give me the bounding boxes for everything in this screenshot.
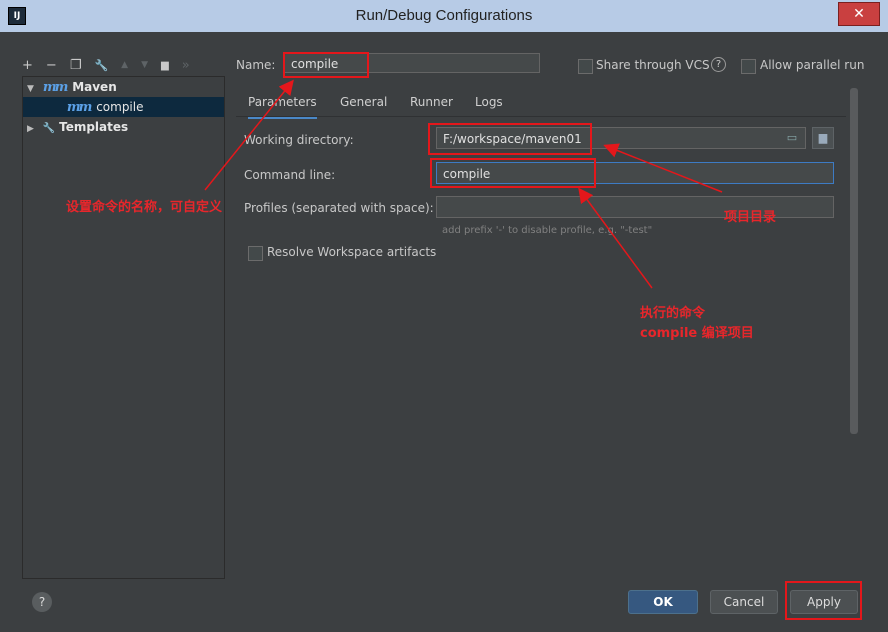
annotation-arrows bbox=[204, 79, 723, 289]
run-debug-dialog: IJ Run/Debug Configurations ✕ + − ❐ 🔧 ▲ … bbox=[0, 0, 888, 632]
cmd-arrow bbox=[578, 187, 653, 289]
name-annotation: 设置命令的名称，可自定义 bbox=[66, 200, 223, 215]
dir-annotation: 项目目录 bbox=[724, 210, 777, 225]
cmd-annotation-line1: 执行的命令 bbox=[640, 306, 706, 321]
dir-arrow bbox=[603, 143, 723, 193]
cmd-annotation-line2: compile 编译项目 bbox=[640, 326, 754, 341]
name-arrow bbox=[204, 79, 294, 191]
